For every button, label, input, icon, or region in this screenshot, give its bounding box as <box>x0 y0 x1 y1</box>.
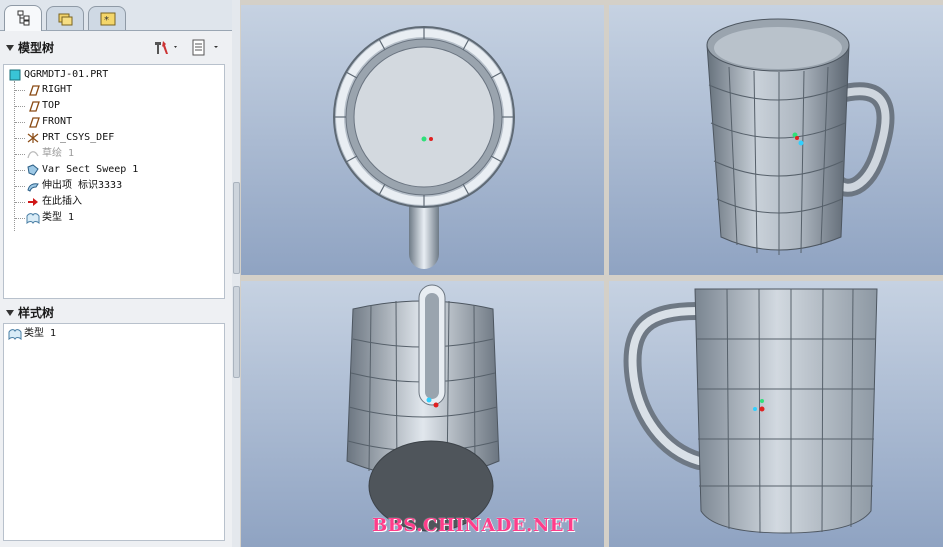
part-icon <box>9 69 21 81</box>
viewport-bottom-view[interactable] <box>241 281 604 547</box>
protrusion-icon <box>27 183 39 192</box>
tree-item-label: 伸出项 标识3333 <box>42 180 123 191</box>
collapse-icon <box>6 45 14 51</box>
tree-item-label: RIGHT <box>42 84 73 95</box>
list-menu-icon <box>192 39 218 56</box>
tree-item-label: TOP <box>42 100 61 111</box>
tree-item-label: 类型 1 <box>24 328 57 339</box>
mug-iso-view-image <box>706 18 895 255</box>
mug-top-view-image <box>333 26 515 269</box>
style-tree: 类型 1 <box>3 323 225 541</box>
panel-tabs: * <box>0 0 232 31</box>
tree-item-label: Var Sect Sweep 1 <box>42 164 139 175</box>
viewport-top-view[interactable] <box>241 5 604 275</box>
datum-plane-icon <box>29 101 40 112</box>
favorites-tab[interactable]: * <box>88 6 126 30</box>
sweep-icon <box>27 164 39 176</box>
style-tree-header[interactable]: 样式树 <box>2 303 54 323</box>
watermark-text: BBS.CHINADE.NET <box>372 515 578 536</box>
sketch-icon <box>27 151 39 159</box>
splitter-grip[interactable] <box>233 286 240 378</box>
coordinate-system-icon <box>27 133 39 143</box>
datum-plane-icon <box>29 117 40 128</box>
datum-plane-icon <box>29 85 40 96</box>
panel-splitter[interactable] <box>232 0 240 547</box>
tree-settings-button[interactable] <box>152 38 182 58</box>
model-tree-title: 模型树 <box>18 41 55 55</box>
tree-item-label: FRONT <box>42 116 73 127</box>
tree-item-label: 在此插入 <box>42 196 82 207</box>
model-tree-tab[interactable] <box>4 5 42 31</box>
splitter-grip[interactable] <box>233 182 240 274</box>
style-icon <box>8 329 22 340</box>
tree-item-label: QGRMDTJ-01.PRT <box>24 69 109 80</box>
tree-item-label: 草绘 1 <box>42 148 75 159</box>
style-icon <box>26 213 40 224</box>
viewport-side-view[interactable] <box>609 281 943 547</box>
tree-item-label: PRT_CSYS_DEF <box>42 132 115 143</box>
left-panel: * 模型树 QGRMDTJ-01.PRT RIGHT TOP FRONT PRT… <box>0 0 232 547</box>
svg-text:*: * <box>104 15 109 26</box>
mug-side-view-image <box>623 288 878 534</box>
model-tree: QGRMDTJ-01.PRT RIGHT TOP FRONT PRT_CSYS_… <box>3 64 225 299</box>
tree-item-label: 类型 1 <box>42 212 75 223</box>
collapse-icon <box>6 310 14 316</box>
style-tree-title: 样式树 <box>18 306 55 320</box>
mug-bottom-view-image <box>346 284 500 532</box>
insert-here-arrow-icon <box>28 198 38 206</box>
tree-show-button[interactable] <box>190 38 222 58</box>
folder-browser-tab[interactable] <box>46 6 84 30</box>
viewport-iso-view[interactable] <box>609 5 943 275</box>
folder-icon <box>58 13 73 26</box>
favorites-icon: * <box>100 12 116 26</box>
model-tree-header[interactable]: 模型树 <box>2 38 54 58</box>
settings-tools-icon <box>155 41 177 54</box>
model-tree-icon <box>17 10 30 26</box>
